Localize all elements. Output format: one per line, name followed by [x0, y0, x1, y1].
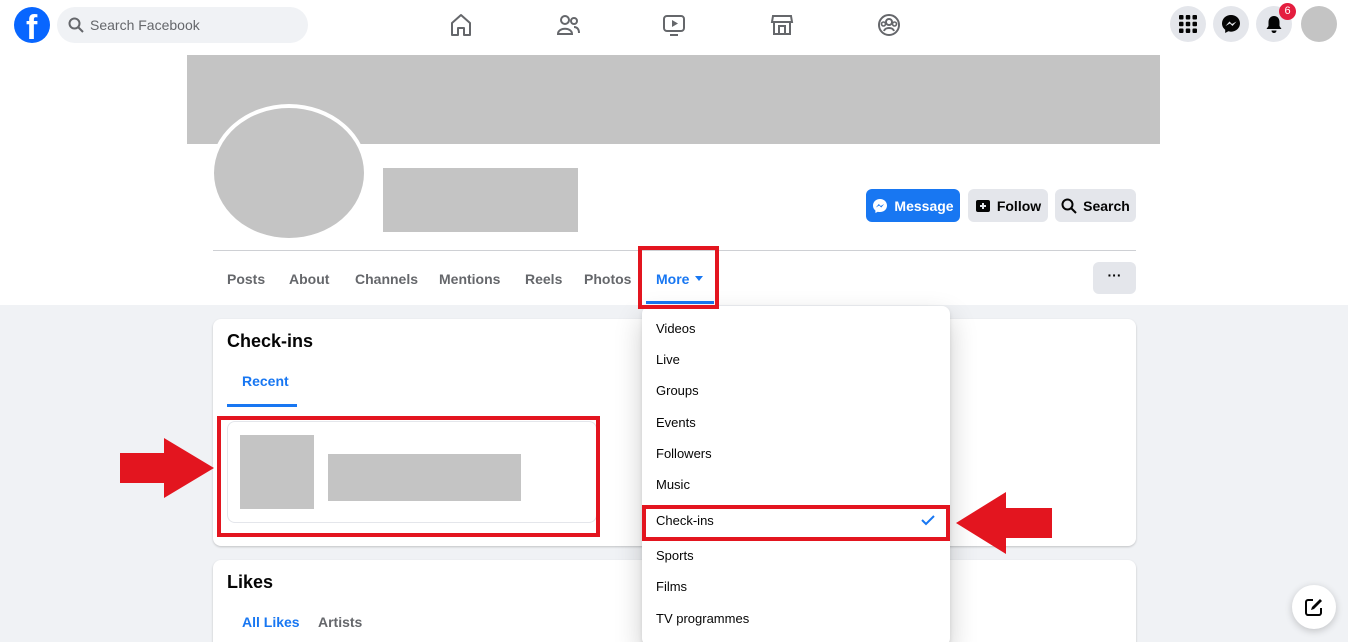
follow-button-label: Follow: [996, 197, 1042, 214]
menu-item-live[interactable]: Live: [656, 352, 680, 367]
grid-icon: [1179, 15, 1197, 33]
more-options-button[interactable]: ···: [1093, 262, 1136, 294]
subtab-recent[interactable]: Recent: [242, 373, 289, 389]
subtab-artists[interactable]: Artists: [318, 614, 362, 630]
highlight-checkins-item: [642, 505, 950, 541]
subtab-underline: [227, 404, 297, 407]
account-avatar[interactable]: [1301, 6, 1337, 42]
checkins-title: Check-ins: [227, 331, 314, 351]
notification-badge: 6: [1279, 3, 1296, 20]
messenger-button[interactable]: [1213, 6, 1249, 42]
more-dropdown-menu: Videos Live Groups Events Followers Musi…: [642, 306, 950, 642]
tab-mentions[interactable]: Mentions: [439, 271, 500, 287]
arrow-right-icon: [120, 438, 214, 498]
search-input[interactable]: Search Facebook: [57, 7, 308, 43]
new-message-button[interactable]: [1292, 585, 1336, 629]
tab-photos[interactable]: Photos: [584, 271, 631, 287]
profile-search-button[interactable]: Search: [1055, 189, 1136, 222]
menu-item-events[interactable]: Events: [656, 415, 696, 430]
groups-icon[interactable]: [876, 12, 902, 38]
follow-button[interactable]: Follow: [968, 189, 1048, 222]
arrow-left-icon: [956, 492, 1052, 554]
friends-icon[interactable]: [555, 12, 581, 38]
highlight-more-tab: [638, 246, 719, 309]
profile-picture[interactable]: [210, 104, 368, 242]
follow-icon: [975, 199, 990, 212]
subtab-all-likes[interactable]: All Likes: [242, 614, 300, 630]
menu-item-groups[interactable]: Groups: [656, 383, 699, 398]
top-navigation-bar: f Search Facebook 6: [0, 0, 1348, 50]
home-icon[interactable]: [448, 12, 474, 38]
menu-item-music[interactable]: Music: [656, 477, 690, 492]
search-icon: [1061, 198, 1077, 214]
menu-item-films[interactable]: Films: [656, 579, 687, 594]
marketplace-icon[interactable]: [769, 12, 795, 38]
highlight-checkin-card: [217, 416, 600, 537]
search-icon: [68, 17, 84, 33]
tab-about[interactable]: About: [289, 271, 329, 287]
facebook-logo-letter: f: [26, 9, 38, 47]
menu-item-videos[interactable]: Videos: [656, 321, 696, 336]
tab-posts[interactable]: Posts: [227, 271, 265, 287]
profile-name-placeholder: [383, 168, 578, 232]
menu-item-sports[interactable]: Sports: [656, 548, 694, 563]
profile-search-label: Search: [1083, 197, 1130, 214]
likes-title: Likes: [227, 572, 274, 592]
tab-reels[interactable]: Reels: [525, 271, 562, 287]
menu-grid-button[interactable]: [1170, 6, 1206, 42]
tab-channels[interactable]: Channels: [355, 271, 418, 287]
messenger-icon: [1222, 15, 1240, 33]
menu-item-tv-programmes[interactable]: TV programmes: [656, 611, 749, 626]
compose-icon: [1305, 599, 1322, 616]
message-button[interactable]: Message: [866, 189, 960, 222]
search-placeholder: Search Facebook: [90, 17, 200, 33]
messenger-icon: [873, 198, 888, 213]
watch-video-icon[interactable]: [661, 12, 687, 38]
message-button-label: Message: [894, 197, 954, 214]
facebook-logo[interactable]: f: [14, 7, 50, 47]
menu-item-followers[interactable]: Followers: [656, 446, 712, 461]
